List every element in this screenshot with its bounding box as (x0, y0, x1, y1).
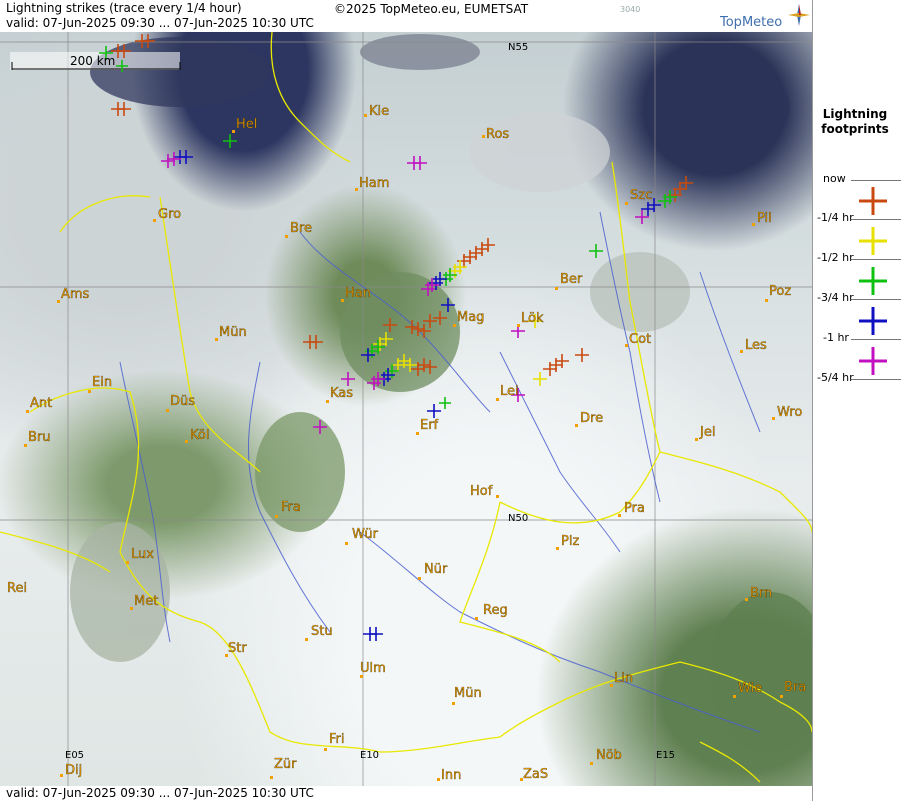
city-label-mun2: Mün (454, 686, 482, 701)
city-label-ros: Ros (486, 127, 509, 142)
city-label-plz: Plz (561, 534, 579, 549)
city-label-lux: Lux (131, 547, 154, 562)
map-title: Lightning strikes (trace every 1/4 hour) (6, 1, 242, 15)
city-label-szc: Szc (630, 188, 652, 203)
city-label-ant: Ant (30, 396, 52, 411)
legend-icon-half (859, 227, 887, 255)
city-label-lei: Lei (500, 384, 519, 399)
city-label-lok: Lök (521, 311, 544, 326)
map-header: Lightning strikes (trace every 1/4 hour)… (0, 0, 812, 32)
legend-line-five-quarter (851, 379, 901, 380)
city-label-bru: Bru (28, 430, 51, 445)
map-overlay: N55 N50 E05 E10 E15 Hel Kie Ros Ham Szc … (0, 32, 812, 786)
scale-label: 200 km (70, 54, 115, 68)
city-label-pil: Pil (757, 211, 772, 226)
grid-label-n50: N50 (508, 513, 528, 524)
map-footer: valid: 07-Jun-2025 09:30 ... 07-Jun-2025… (0, 786, 812, 801)
legend-label-five-quarter: -5/4 hr (817, 371, 854, 384)
city-label-hof: Hof (470, 484, 493, 499)
legend-label-three-quarter: -3/4 hr (817, 291, 854, 304)
city-labels: Hel Kie Ros Ham Szc Gro Bre Pil Ber Ams … (7, 104, 807, 783)
compass-icon (788, 4, 810, 26)
city-label-bre: Bre (290, 221, 312, 236)
city-label-ams: Ams (61, 287, 90, 302)
city-label-bra: Bra (784, 680, 806, 695)
grid-label-e10: E10 (360, 750, 379, 761)
satellite-map[interactable]: N55 N50 E05 E10 E15 Hel Kie Ros Ham Szc … (0, 32, 812, 786)
city-label-wro: Wro (777, 405, 802, 420)
city-label-ein: Ein (92, 375, 112, 390)
valid-time-bottom: valid: 07-Jun-2025 09:30 ... 07-Jun-2025… (6, 786, 314, 800)
city-label-dij: Dij (65, 763, 82, 778)
city-label-ham: Ham (359, 176, 389, 191)
legend-label-hour: -1 hr (823, 331, 849, 344)
city-label-pra: Pra (624, 501, 645, 516)
city-label-wie: Wie (738, 681, 762, 696)
legend-icon-three-quarter (859, 267, 887, 295)
grid-label-e05: E05 (65, 750, 84, 761)
legend-icon-quarter (859, 187, 887, 215)
legend-line-quarter (851, 219, 901, 220)
image-code: 3040 (620, 5, 641, 14)
city-label-rei: Rei (7, 581, 27, 596)
cloud-texture (70, 34, 812, 752)
logo-text: TopMeteo (720, 15, 783, 30)
grid-label-e15: E15 (656, 750, 675, 761)
city-label-wur: Wür (352, 527, 379, 542)
legend-title-line1: Lightning (822, 107, 888, 121)
city-label-jel: Jel (699, 425, 715, 440)
city-label-kas: Kas (330, 386, 353, 401)
city-label-mun: Mün (219, 325, 247, 340)
city-label-nur: Nür (424, 562, 448, 577)
grid-label-n55: N55 (508, 42, 528, 53)
city-label-reg: Reg (483, 603, 508, 618)
city-label-mag: Mag (457, 310, 484, 325)
city-label-cot: Cot (629, 332, 651, 347)
city-label-hel: Hel (236, 117, 257, 132)
city-label-zas: ZaS (523, 767, 548, 782)
city-dots (24, 114, 783, 781)
legend-panel: Lightning footprints now -1/4 hr -1/2 hr… (812, 0, 904, 801)
city-label-nob: Nöb (596, 748, 622, 763)
legend-line-half (851, 259, 901, 260)
city-label-brn: Brn (750, 586, 772, 601)
legend-icon-five-quarter (859, 347, 887, 375)
legend-line-three-quarter (851, 299, 901, 300)
city-label-ulm: Ulm (360, 661, 386, 676)
legend-label-half: -1/2 hr (817, 251, 854, 264)
legend-title-line2: footprints (821, 122, 889, 136)
city-label-kol: Köl (190, 428, 209, 443)
topmeteo-logo: TopMeteo (720, 4, 810, 30)
city-label-str: Str (228, 641, 247, 656)
city-label-ber: Ber (560, 272, 583, 287)
city-label-lin: Lin (614, 671, 633, 686)
city-label-dre: Dre (580, 411, 603, 426)
legend-icon-hour (859, 307, 887, 335)
city-label-gro: Gro (158, 207, 181, 222)
city-label-poz: Poz (769, 284, 791, 299)
city-label-erf: Erf (420, 418, 439, 433)
city-label-kie: Kie (369, 104, 389, 119)
legend-title: Lightning footprints (813, 107, 897, 137)
valid-time-top: valid: 07-Jun-2025 09:30 ... 07-Jun-2025… (6, 16, 314, 30)
city-label-stu: Stu (311, 624, 333, 639)
city-label-inn: Inn (441, 768, 461, 783)
legend-label-quarter: -1/4 hr (817, 211, 854, 224)
copyright-text: ©2025 TopMeteo.eu, EUMETSAT (334, 2, 529, 16)
city-label-fri: Fri (329, 732, 345, 747)
city-label-zur: Zür (274, 757, 297, 772)
city-label-les: Les (745, 338, 767, 353)
city-label-met: Met (134, 594, 158, 609)
city-label-han: Han (345, 286, 371, 301)
legend-line-now (851, 180, 901, 181)
legend-line-hour (851, 339, 901, 340)
legend-label-now: now (823, 172, 846, 185)
city-label-fra: Fra (281, 500, 301, 515)
city-label-dus: Düs (170, 394, 195, 409)
